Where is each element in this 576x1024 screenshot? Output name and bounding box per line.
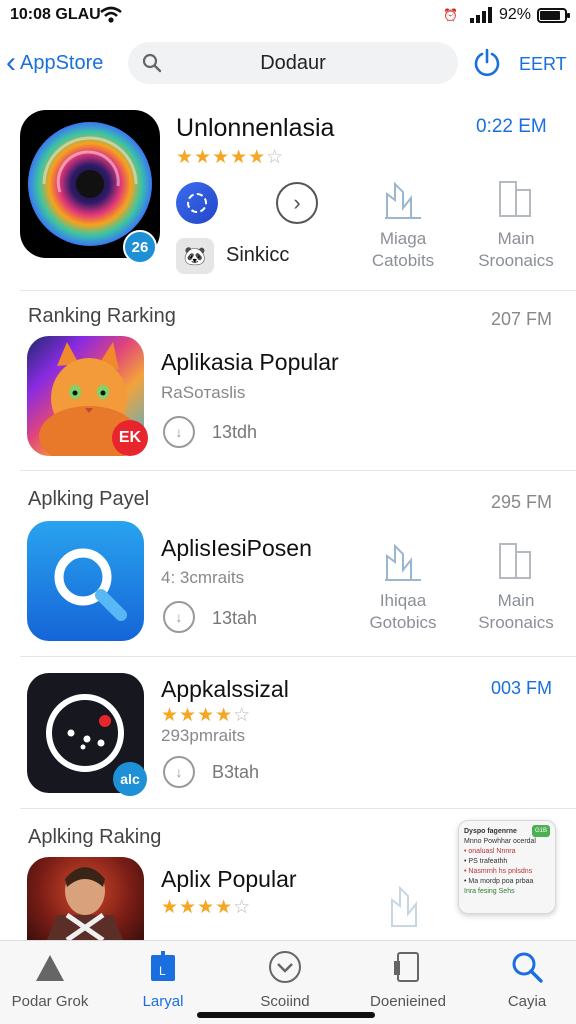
divider	[20, 290, 576, 291]
alarm-icon: ⏰	[443, 8, 458, 22]
magnifier-icon	[54, 548, 127, 621]
app-subtitle: 4: 3cmraits	[161, 568, 245, 587]
tab-label: Scoiind	[260, 993, 310, 1010]
section-title: Ranking Rarking	[28, 305, 176, 327]
nav-bar: ‹ AppStore Dodaur EERT	[0, 36, 576, 96]
stat-main-line2: Sroonaics	[478, 613, 554, 632]
section-time: 207 FM	[491, 309, 553, 329]
svg-text:L: L	[159, 964, 166, 978]
stat-category-line1: Miaga	[379, 229, 427, 248]
featured-time: 0:22 EM	[476, 116, 547, 137]
refresh-icon[interactable]	[472, 48, 502, 78]
popup-line: • onaluasl Nnnra	[464, 848, 516, 855]
section-time: 295 FM	[491, 492, 553, 512]
app-badge: alc	[113, 762, 147, 796]
star-rating: ★★★★☆	[161, 897, 252, 918]
search-icon	[512, 952, 543, 983]
divider	[20, 808, 576, 809]
featured-badge: 26	[123, 230, 157, 264]
tab-scoiind[interactable]: Scoiind	[235, 949, 335, 1010]
tab-cayia[interactable]: Cayia	[477, 949, 576, 1010]
wifi-icon	[100, 6, 122, 23]
download-icon[interactable]: ↓	[163, 756, 195, 788]
status-time: 10:08 GLAU	[10, 6, 101, 23]
buildings-icon	[385, 181, 421, 219]
app-title: Aplix Popular	[161, 866, 297, 892]
tab-laryal[interactable]: L Laryal	[113, 949, 213, 1010]
divider	[20, 656, 576, 657]
featured-app[interactable]: 26 Unlonnenlasia 0:22 EM ★★★★★☆ › 🐼 Sink…	[0, 100, 576, 290]
mountain-icon	[36, 955, 64, 981]
stat-main: Main Sroonaics	[461, 540, 571, 634]
app-size: B3tah	[212, 762, 260, 782]
app-title: Aplikasia Popular	[161, 349, 339, 375]
section-title: Aplking Raking	[28, 826, 162, 848]
edit-button[interactable]: EERT	[519, 54, 567, 75]
popup-line: • Nasmrnh hs pnlsdns	[464, 868, 533, 875]
popup-line: • PS trafeathh	[464, 858, 508, 865]
stat-category-line1: Ihiqaa	[379, 591, 427, 610]
search-app-icon[interactable]	[27, 521, 144, 641]
stat-category: Miaga Catobits	[348, 178, 458, 272]
search-icon	[142, 53, 162, 73]
notification-popup[interactable]: G1B Dyspo fagenrne Mnno Powhhar ocerdal …	[458, 820, 556, 914]
app-size: 13tdh	[212, 422, 258, 442]
device-icon	[499, 181, 531, 217]
popup-badge: G1B	[531, 825, 550, 837]
document-icon	[394, 952, 419, 982]
battery-percent: 92%	[499, 6, 532, 23]
app-subtitle: RaSoтaslis	[161, 383, 246, 402]
stat-main-line2: Sroonaics	[478, 251, 554, 270]
chevron-right-icon[interactable]: ›	[276, 182, 318, 224]
tab-doenieined[interactable]: Doenieined	[358, 949, 458, 1010]
tab-label: Doenieined	[370, 993, 446, 1010]
tab-label: Podar Grok	[11, 993, 89, 1010]
tab-label: Cayia	[507, 993, 547, 1010]
app-title: Appkalssizal	[161, 676, 289, 702]
stat-category-line2: Catobits	[371, 251, 435, 270]
signal-icon	[470, 7, 492, 23]
battery-icon	[537, 8, 570, 23]
star-rating: ★★★★☆	[161, 705, 252, 726]
device-icon	[499, 543, 531, 579]
home-indicator[interactable]	[197, 1012, 375, 1018]
buildings-icon	[385, 543, 421, 581]
search-input[interactable]: Dodaur	[128, 42, 458, 84]
popup-line: Mnno Powhhar ocerdal	[464, 838, 536, 845]
back-button[interactable]: ‹ AppStore	[6, 46, 104, 79]
buildings-icon	[391, 885, 417, 927]
warrior-app-icon[interactable]	[27, 857, 144, 940]
warrior-icon	[47, 867, 123, 940]
section-time: 003 FM	[491, 678, 553, 698]
back-label: AppStore	[20, 51, 104, 74]
featured-app-title: Unlonnenlasia	[176, 114, 335, 142]
divider	[20, 470, 576, 471]
popup-line: • Ma mordp poa prbaa	[464, 878, 534, 885]
popup-line: Inra fesing Sehs	[464, 888, 515, 895]
sync-icon[interactable]	[176, 182, 218, 224]
stat-main: Main Sroonaics	[461, 178, 571, 272]
status-bar: 10:08 GLAU ⏰ 92%	[0, 0, 576, 32]
download-icon[interactable]: ↓	[163, 416, 195, 448]
chevron-circle-icon	[269, 951, 301, 983]
stat-main-line1: Main	[497, 229, 535, 248]
star-rating: ★★★★★☆	[176, 147, 285, 168]
section-title: Aplking Payel	[28, 488, 150, 510]
chevron-left-icon: ‹	[6, 46, 16, 79]
bookmark-icon: L	[151, 951, 175, 981]
tab-label: Laryal	[142, 993, 184, 1010]
app-badge: EK	[112, 420, 148, 456]
app-size: 13tah	[212, 608, 258, 628]
stat-category: Ihiqaa Gotobics	[348, 540, 458, 634]
stat-category-line2: Gotobics	[369, 613, 437, 632]
developer-name: Sinkicc	[226, 244, 290, 266]
stat-main-line1: Main	[497, 591, 535, 610]
app-title: AplisIesiPosen	[161, 535, 312, 561]
app-subtitle: 293pmraits	[161, 726, 246, 745]
tab-podar-grok[interactable]: Podar Grok	[0, 949, 100, 1010]
developer-avatar: 🐼	[176, 238, 214, 274]
search-value: Dodaur	[260, 51, 326, 74]
download-icon[interactable]: ↓	[163, 601, 195, 633]
